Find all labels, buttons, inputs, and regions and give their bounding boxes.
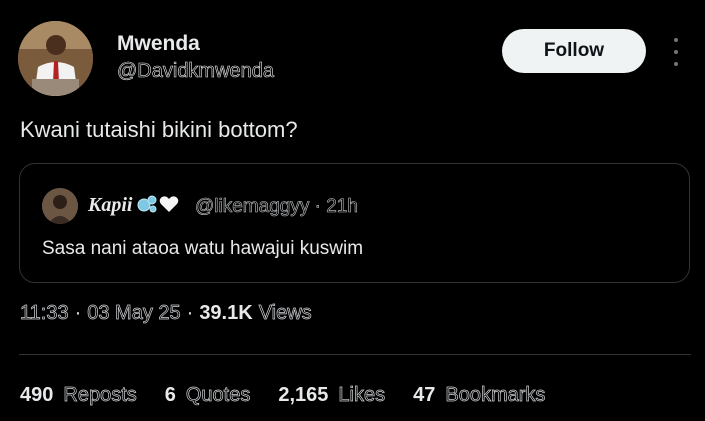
more-options-icon[interactable] bbox=[670, 38, 682, 66]
author-name[interactable]: Mwenda bbox=[117, 32, 200, 56]
quotes-label: Quotes bbox=[185, 384, 251, 407]
quote-time[interactable]: 21h bbox=[326, 196, 358, 218]
reposts-label: Reposts bbox=[63, 384, 137, 407]
engagement-stats: 490 Reposts 6 Quotes 2,165 Likes 47 Book… bbox=[20, 384, 573, 407]
divider bbox=[19, 354, 691, 355]
tweet-metadata: 11:33 · 03 May 25 · 39.1K Views bbox=[20, 302, 312, 325]
author-avatar[interactable] bbox=[18, 21, 93, 96]
views-label[interactable]: Views bbox=[258, 302, 312, 325]
quote-author-emoji bbox=[137, 195, 179, 213]
likes-stat[interactable]: 2,165 Likes bbox=[278, 384, 385, 407]
quote-author-name[interactable]: Kapii bbox=[88, 194, 132, 217]
quote-author-handle[interactable]: @likemaggyy bbox=[195, 196, 310, 218]
reposts-count: 490 bbox=[20, 384, 54, 406]
quotes-count: 6 bbox=[164, 384, 176, 406]
tweet-text: Kwani tutaishi bikini bottom? bbox=[20, 117, 298, 142]
bookmarks-label: Bookmarks bbox=[445, 384, 546, 407]
views-count[interactable]: 39.1K bbox=[199, 302, 252, 325]
separator-dot: · bbox=[186, 302, 194, 324]
follow-button[interactable]: Follow bbox=[502, 29, 646, 73]
separator-dot: · bbox=[74, 302, 82, 324]
quote-author-avatar[interactable] bbox=[42, 188, 78, 224]
bookmarks-count: 47 bbox=[413, 384, 436, 406]
quotes-stat[interactable]: 6 Quotes bbox=[165, 384, 251, 407]
likes-label: Likes bbox=[338, 384, 386, 407]
tweet-date[interactable]: 03 May 25 bbox=[87, 302, 181, 325]
quote-meta: @likemaggyy · 21h bbox=[195, 196, 359, 218]
white-heart-icon bbox=[159, 196, 179, 212]
bookmarks-stat[interactable]: 47 Bookmarks bbox=[413, 384, 546, 407]
bubbles-icon bbox=[137, 195, 157, 213]
quote-tweet-card[interactable]: Kapii @likemaggyy · 21h Sasa nani ataoa … bbox=[19, 163, 690, 283]
author-handle[interactable]: @Davidkmwenda bbox=[117, 60, 275, 83]
likes-count: 2,165 bbox=[278, 384, 329, 406]
reposts-stat[interactable]: 490 Reposts bbox=[20, 384, 137, 407]
tweet-time[interactable]: 11:33 bbox=[20, 302, 69, 325]
quote-text: Sasa nani ataoa watu hawajui kuswim bbox=[42, 238, 364, 259]
